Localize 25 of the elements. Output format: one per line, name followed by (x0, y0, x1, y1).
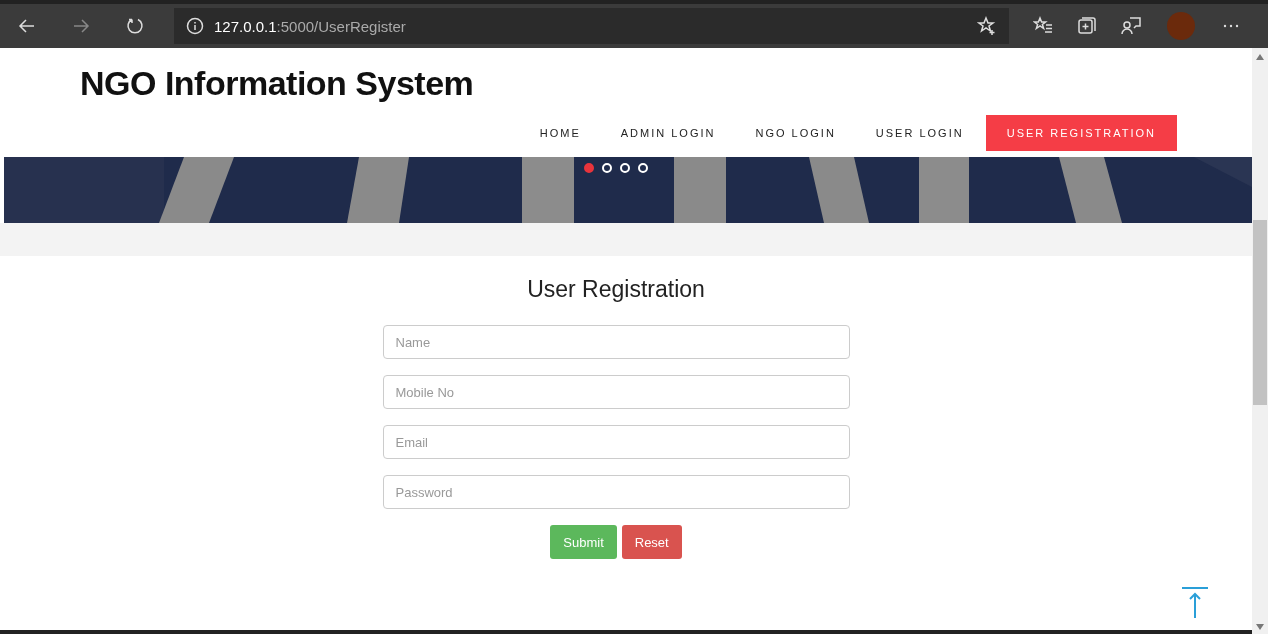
nav-link[interactable]: NGO LOGIN (735, 115, 856, 151)
favorite-add-icon[interactable] (977, 16, 997, 36)
back-to-top-icon[interactable] (1180, 586, 1210, 620)
scroll-up-icon[interactable] (1256, 54, 1264, 60)
feedback-icon[interactable] (1121, 16, 1141, 36)
collections-icon[interactable] (1077, 16, 1097, 36)
nav-link[interactable]: USER REGISTRATION (985, 115, 1177, 151)
scroll-down-icon[interactable] (1256, 624, 1264, 630)
nav-link[interactable]: USER LOGIN (855, 115, 984, 151)
scrollbar-thumb[interactable] (1253, 220, 1267, 405)
input-field[interactable]: Email (382, 425, 850, 459)
favorites-icon[interactable] (1033, 16, 1053, 36)
input-field[interactable]: Mobile No (382, 375, 850, 409)
nav-link[interactable]: HOME (519, 115, 601, 151)
url-text[interactable]: 127.0.0.1:5000/UserRegister (214, 17, 406, 35)
nav-link[interactable]: ADMIN LOGIN (600, 115, 736, 151)
carousel-dot[interactable] (584, 163, 594, 173)
form-heading: User Registration (527, 276, 705, 303)
address-bar[interactable]: 127.0.0.1:5000/UserRegister (174, 8, 1009, 44)
input-field[interactable]: Name (382, 325, 850, 359)
refresh-icon[interactable] (125, 16, 145, 36)
reset-button[interactable]: Reset (621, 525, 682, 559)
input-field[interactable]: Password (382, 475, 850, 509)
info-icon[interactable] (186, 17, 204, 35)
site-title: NGO Information System (80, 64, 475, 103)
